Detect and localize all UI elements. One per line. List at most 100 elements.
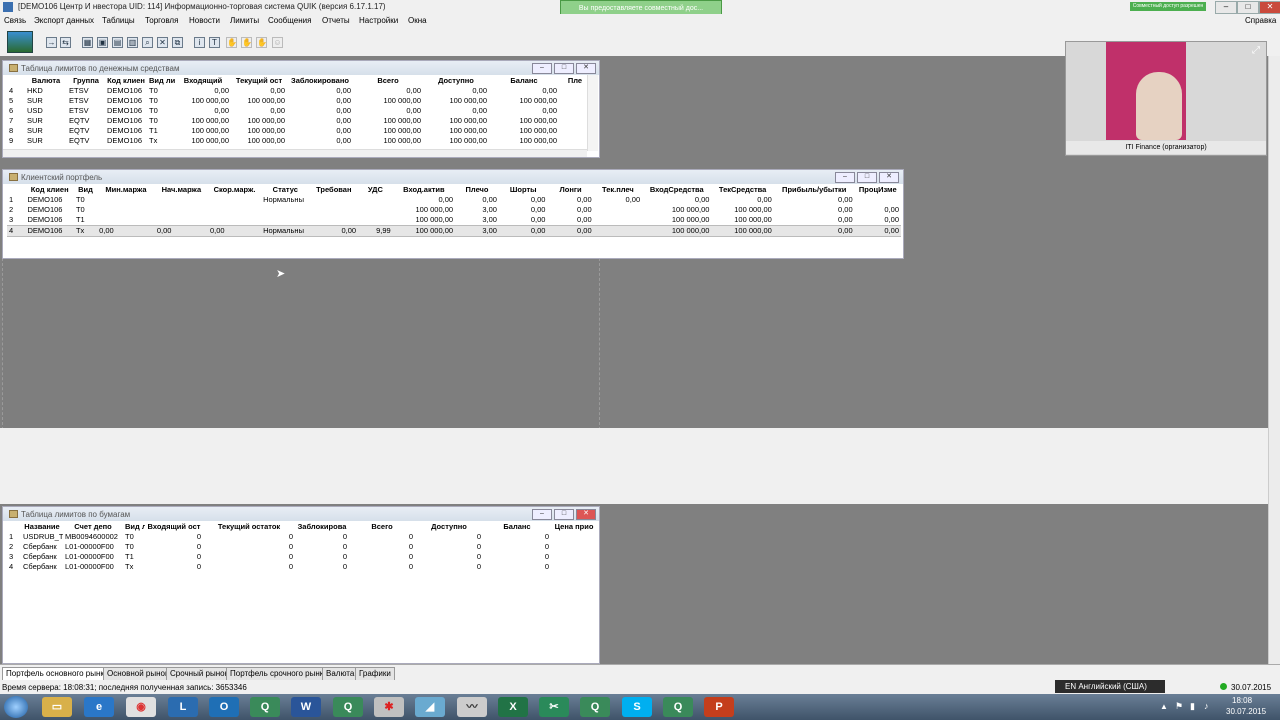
- column-header[interactable]: Всего: [353, 76, 423, 86]
- column-header[interactable]: Мин.маржа: [97, 185, 155, 195]
- panel-minimize-button[interactable]: –: [532, 63, 552, 74]
- menu-settings[interactable]: Настройки: [359, 16, 398, 25]
- column-header[interactable]: Цена прио: [551, 522, 597, 532]
- menu-svyaz[interactable]: Связь: [4, 16, 26, 25]
- table-row[interactable]: 6 USD ETSV DEMO106 T0 0,00 0,00 0,00 0,00 0,00 0,0…: [7, 106, 591, 116]
- panel-maximize-button[interactable]: □: [554, 63, 574, 74]
- quik-icon-3[interactable]: Q: [580, 697, 610, 717]
- grid-icon[interactable]: ▤: [112, 37, 123, 48]
- table-row[interactable]: 4 HKD ETSV DEMO106 T0 0,00 0,00 0,00 0,00 0,00 0,0…: [7, 86, 591, 96]
- skype-icon[interactable]: S: [622, 697, 652, 717]
- hand3-icon[interactable]: ✋: [256, 37, 267, 48]
- table-row[interactable]: 3 Сбербанк L01-00000F00 T1 0 0 0 0 0 0: [7, 552, 597, 562]
- column-header[interactable]: Плечо: [455, 185, 499, 195]
- info-icon[interactable]: i: [194, 37, 205, 48]
- panel-maximize-button[interactable]: □: [857, 172, 877, 183]
- column-header[interactable]: Счет депо: [63, 522, 123, 532]
- table-row[interactable]: 4 DEMO106 Tx 0,00 0,00 0,00 Нормальны 0,00 9,99 1…: [7, 225, 901, 237]
- column-header[interactable]: Скор.марж.: [208, 185, 261, 195]
- securities-limits-header[interactable]: Таблица лимитов по бумагам – □ ✕: [3, 507, 599, 521]
- quik-icon[interactable]: Q: [250, 697, 280, 717]
- language-indicator[interactable]: EN Английский (США): [1055, 680, 1165, 693]
- start-button[interactable]: [4, 696, 28, 718]
- user-icon[interactable]: ☺: [272, 37, 283, 48]
- portfolio-header[interactable]: Клиентский портфель – □ ✕: [3, 170, 903, 184]
- tab-portfolio-futures[interactable]: Портфель срочного рынка: [226, 667, 332, 681]
- quik-icon-4[interactable]: Q: [663, 697, 693, 717]
- menu-messages[interactable]: Сообщения: [268, 16, 311, 25]
- column-header[interactable]: Название: [21, 522, 63, 532]
- menu-limits[interactable]: Лимиты: [230, 16, 259, 25]
- panel-hscroll[interactable]: [3, 149, 587, 157]
- panel-minimize-button[interactable]: –: [532, 509, 552, 520]
- text-icon[interactable]: T: [209, 37, 220, 48]
- column-header[interactable]: [7, 185, 25, 195]
- column-header[interactable]: Доступно: [423, 76, 489, 86]
- volume-icon[interactable]: ♪: [1204, 701, 1209, 711]
- chart-icon[interactable]: ▥: [127, 37, 138, 48]
- column-header[interactable]: Заблокирова: [295, 522, 349, 532]
- scissors-icon[interactable]: ✂: [539, 697, 569, 717]
- connect-icon[interactable]: ⇆: [60, 37, 71, 48]
- column-header[interactable]: УДС: [358, 185, 393, 195]
- menu-export[interactable]: Экспорт данных: [34, 16, 94, 25]
- column-header[interactable]: Вход.актив: [393, 185, 455, 195]
- table-row[interactable]: 2 Сбербанк L01-00000F00 T0 0 0 0 0 0 0: [7, 542, 597, 552]
- column-header[interactable]: Шорты: [499, 185, 548, 195]
- column-header[interactable]: ПроцИзме: [855, 185, 901, 195]
- column-header[interactable]: Валюта: [25, 76, 67, 86]
- chrome-icon[interactable]: ◉: [126, 697, 156, 717]
- column-header[interactable]: Вид л: [123, 522, 145, 532]
- delete-icon[interactable]: ✕: [157, 37, 168, 48]
- tab-futures-market[interactable]: Срочный рынок: [166, 667, 233, 681]
- column-header[interactable]: Всего: [349, 522, 415, 532]
- tray-arrow-icon[interactable]: ▲: [1160, 702, 1168, 711]
- arrow-right-icon[interactable]: →: [46, 37, 57, 48]
- network-icon[interactable]: ▮: [1190, 701, 1195, 712]
- table-row[interactable]: 1 USDRUB_T MB0094600002 T0 0 0 0 0 0 0: [7, 532, 597, 542]
- tab-portfolio-main[interactable]: Портфель основного рынка: [2, 667, 113, 681]
- table-row[interactable]: 4 Сбербанк L01-00000F00 Tx 0 0 0 0 0 0: [7, 562, 597, 572]
- menu-windows[interactable]: Окна: [408, 16, 427, 25]
- flag-icon[interactable]: ⚑: [1175, 701, 1183, 712]
- app-red-icon[interactable]: ✱: [374, 697, 404, 717]
- menu-help[interactable]: Справка: [1245, 16, 1276, 25]
- column-header[interactable]: Код клиен: [105, 76, 147, 86]
- column-header[interactable]: Входящий: [175, 76, 231, 86]
- hand2-icon[interactable]: ✋: [241, 37, 252, 48]
- panel-maximize-button[interactable]: □: [554, 509, 574, 520]
- column-header[interactable]: Требован: [310, 185, 359, 195]
- quik-icon-2[interactable]: Q: [333, 697, 363, 717]
- column-header[interactable]: [7, 522, 21, 532]
- column-header[interactable]: ТекСредства: [711, 185, 773, 195]
- webinar-video[interactable]: ITI Finance (организатор) ⤢: [1065, 41, 1267, 156]
- panel-close-button[interactable]: ✕: [576, 63, 596, 74]
- tab-main-market[interactable]: Основной рынок: [103, 667, 173, 681]
- clock-time[interactable]: 18:08: [1232, 696, 1252, 705]
- clock-date[interactable]: 30.07.2015: [1226, 707, 1266, 716]
- panel-close-button[interactable]: ✕: [879, 172, 899, 183]
- column-header[interactable]: Группа: [67, 76, 105, 86]
- column-header[interactable]: Доступно: [415, 522, 483, 532]
- window-icon[interactable]: ▣: [97, 37, 108, 48]
- menu-tables[interactable]: Таблицы: [102, 16, 135, 25]
- ie-icon[interactable]: e: [84, 697, 114, 717]
- panel-vscroll[interactable]: [587, 75, 598, 151]
- expand-icon[interactable]: ⤢: [1252, 45, 1260, 56]
- menu-news[interactable]: Новости: [189, 16, 220, 25]
- money-limits-header[interactable]: Таблица лимитов по денежным средствам – …: [3, 61, 599, 75]
- column-header[interactable]: Тек.плеч: [594, 185, 643, 195]
- copy-icon[interactable]: ⧉: [172, 37, 183, 48]
- column-header[interactable]: Вид лимит: [147, 76, 175, 86]
- column-header[interactable]: Прибыль/убытки: [774, 185, 855, 195]
- column-header[interactable]: Заблокировано: [287, 76, 353, 86]
- column-header[interactable]: ВходСредства: [642, 185, 711, 195]
- minimize-button[interactable]: –: [1215, 1, 1237, 14]
- table-icon[interactable]: ▦: [82, 37, 93, 48]
- tab-charts[interactable]: Графики: [355, 667, 395, 681]
- column-header[interactable]: Входящий ост: [145, 522, 203, 532]
- column-header[interactable]: Код клиен: [25, 185, 74, 195]
- table-row[interactable]: 3 DEMO106 T1 100 000,00 3,00 0,00 0,00 100 000,…: [7, 215, 901, 226]
- app-blue-icon[interactable]: ◢: [415, 697, 445, 717]
- table-row[interactable]: 2 DEMO106 T0 100 000,00 3,00 0,00 0,00 100 000,…: [7, 205, 901, 215]
